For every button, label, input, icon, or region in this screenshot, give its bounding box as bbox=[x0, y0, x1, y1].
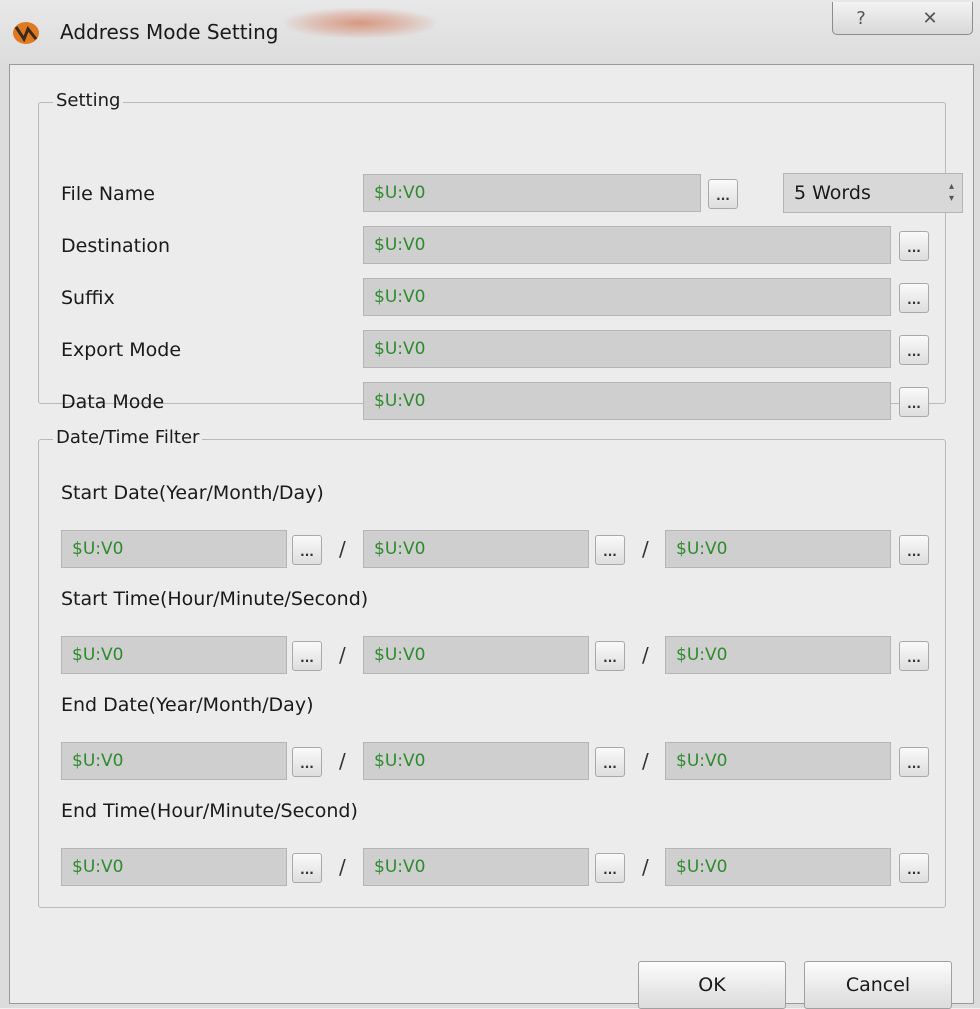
start-time-minute-browse-button[interactable]: ... bbox=[595, 641, 625, 671]
end-time-second-field[interactable]: $U:V0 bbox=[665, 848, 891, 886]
date-time-filter-group: Date/Time Filter Start Date(Year/Month/D… bbox=[38, 427, 946, 908]
start-time-label: Start Time(Hour/Minute/Second) bbox=[61, 588, 369, 610]
end-date-label: End Date(Year/Month/Day) bbox=[61, 694, 314, 716]
suffix-browse-button[interactable]: ... bbox=[899, 283, 929, 313]
ok-button[interactable]: OK bbox=[638, 961, 786, 1009]
end-date-month-field[interactable]: $U:V0 bbox=[363, 742, 589, 780]
suffix-field[interactable]: $U:V0 bbox=[363, 278, 891, 316]
end-time-minute-browse-button[interactable]: ... bbox=[595, 853, 625, 883]
dialog-body: Setting File Name $U:V0 ... 5 Words ▴ ▾ D… bbox=[9, 64, 974, 1009]
file-name-label: File Name bbox=[61, 183, 155, 205]
ok-button-label: OK bbox=[698, 974, 726, 996]
setting-legend: Setting bbox=[53, 90, 124, 111]
close-icon: ✕ bbox=[922, 7, 938, 29]
length-spinner-value: 5 Words bbox=[794, 182, 871, 204]
start-time-minute-field[interactable]: $U:V0 bbox=[363, 636, 589, 674]
data-mode-label: Data Mode bbox=[61, 391, 165, 413]
setting-group: Setting File Name $U:V0 ... 5 Words ▴ ▾ D… bbox=[38, 90, 963, 420]
separator: / bbox=[642, 537, 649, 561]
title-redaction bbox=[285, 8, 435, 38]
export-mode-label: Export Mode bbox=[61, 339, 182, 361]
spinner-arrows-icon[interactable]: ▴ ▾ bbox=[949, 181, 954, 205]
end-time-hour-field[interactable]: $U:V0 bbox=[61, 848, 287, 886]
filter-legend: Date/Time Filter bbox=[53, 427, 203, 448]
length-spinner[interactable]: 5 Words ▴ ▾ bbox=[783, 173, 963, 213]
end-date-year-browse-button[interactable]: ... bbox=[292, 747, 322, 777]
separator: / bbox=[339, 537, 346, 561]
end-date-year-field[interactable]: $U:V0 bbox=[61, 742, 287, 780]
separator: / bbox=[642, 749, 649, 773]
start-date-year-browse-button[interactable]: ... bbox=[292, 535, 322, 565]
cancel-button-label: Cancel bbox=[845, 974, 911, 996]
start-time-hour-browse-button[interactable]: ... bbox=[292, 641, 322, 671]
data-mode-browse-button[interactable]: ... bbox=[899, 387, 929, 417]
start-date-day-browse-button[interactable]: ... bbox=[899, 535, 929, 565]
help-button[interactable]: ? bbox=[832, 2, 890, 35]
file-name-browse-button[interactable]: ... bbox=[708, 179, 738, 209]
separator: / bbox=[642, 643, 649, 667]
help-icon: ? bbox=[856, 7, 866, 29]
end-date-day-browse-button[interactable]: ... bbox=[899, 747, 929, 777]
start-date-day-field[interactable]: $U:V0 bbox=[665, 530, 891, 568]
address-mode-setting-dialog: Address Mode Setting ? ✕ Setting File Na… bbox=[0, 0, 980, 1009]
separator: / bbox=[339, 643, 346, 667]
destination-label: Destination bbox=[61, 235, 171, 257]
end-time-second-browse-button[interactable]: ... bbox=[899, 853, 929, 883]
title-bar: Address Mode Setting ? ✕ bbox=[0, 0, 980, 64]
export-mode-browse-button[interactable]: ... bbox=[899, 335, 929, 365]
separator: / bbox=[642, 855, 649, 879]
end-time-minute-field[interactable]: $U:V0 bbox=[363, 848, 589, 886]
destination-field[interactable]: $U:V0 bbox=[363, 226, 891, 264]
start-date-year-field[interactable]: $U:V0 bbox=[61, 530, 287, 568]
destination-browse-button[interactable]: ... bbox=[899, 231, 929, 261]
start-date-month-browse-button[interactable]: ... bbox=[595, 535, 625, 565]
close-button[interactable]: ✕ bbox=[888, 2, 973, 35]
start-date-label: Start Date(Year/Month/Day) bbox=[61, 482, 324, 504]
end-date-month-browse-button[interactable]: ... bbox=[595, 747, 625, 777]
end-date-day-field[interactable]: $U:V0 bbox=[665, 742, 891, 780]
suffix-label: Suffix bbox=[61, 287, 115, 309]
start-time-second-browse-button[interactable]: ... bbox=[899, 641, 929, 671]
export-mode-field[interactable]: $U:V0 bbox=[363, 330, 891, 368]
end-time-hour-browse-button[interactable]: ... bbox=[292, 853, 322, 883]
window-title: Address Mode Setting bbox=[60, 20, 279, 44]
end-time-label: End Time(Hour/Minute/Second) bbox=[61, 800, 358, 822]
separator: / bbox=[339, 855, 346, 879]
start-date-month-field[interactable]: $U:V0 bbox=[363, 530, 589, 568]
start-time-hour-field[interactable]: $U:V0 bbox=[61, 636, 287, 674]
file-name-field[interactable]: $U:V0 bbox=[363, 174, 701, 212]
data-mode-field[interactable]: $U:V0 bbox=[363, 382, 891, 420]
start-time-second-field[interactable]: $U:V0 bbox=[665, 636, 891, 674]
app-logo-icon bbox=[13, 22, 39, 44]
cancel-button[interactable]: Cancel bbox=[804, 961, 952, 1009]
separator: / bbox=[339, 749, 346, 773]
